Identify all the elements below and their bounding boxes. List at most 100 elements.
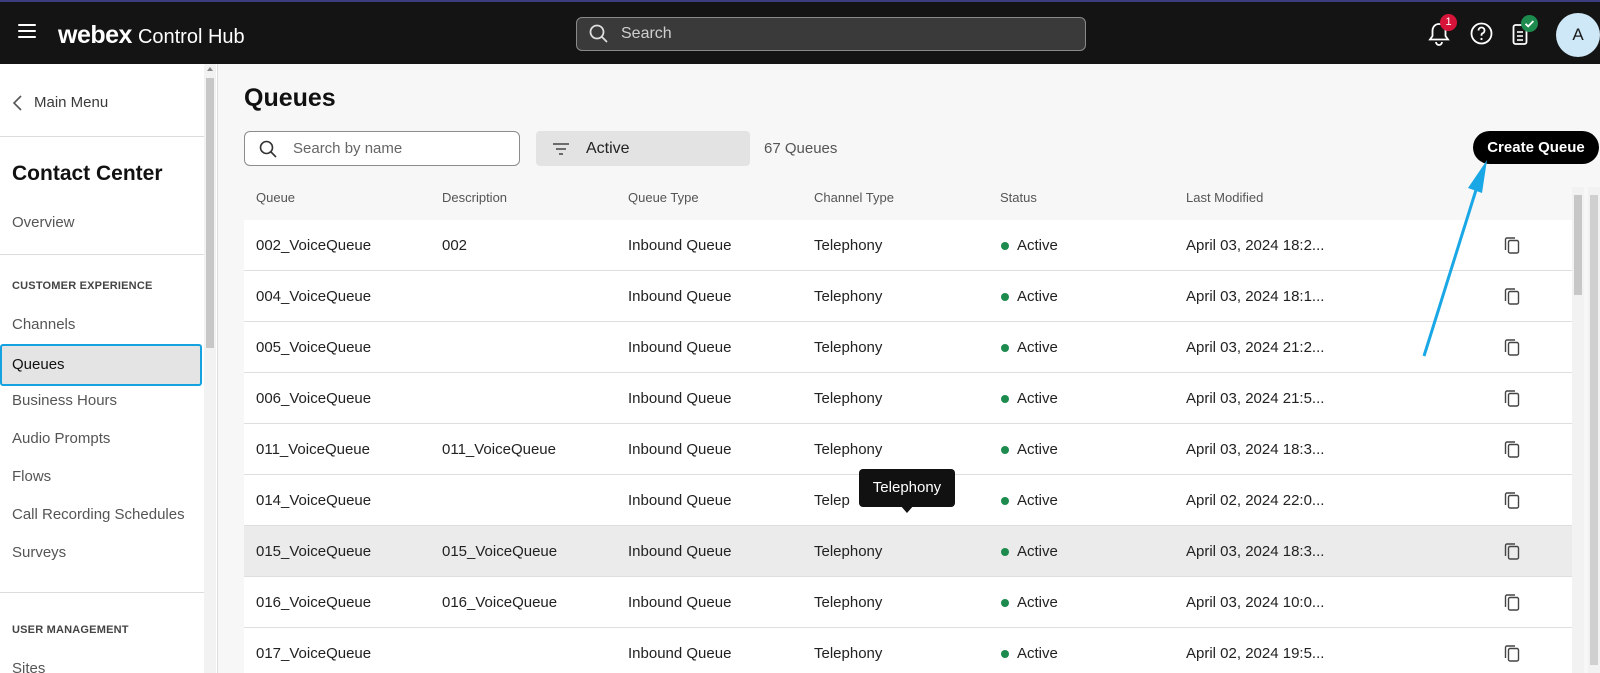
chevron-left-icon — [12, 94, 22, 111]
cell-last-modified: April 03, 2024 21:2... — [1186, 339, 1325, 356]
sidebar: Main Menu Contact Center Overview CUSTOM… — [0, 64, 218, 673]
sidebar-item-call-recording-schedules[interactable]: Call Recording Schedules — [12, 506, 185, 523]
header-queue[interactable]: Queue — [256, 190, 295, 205]
header-status[interactable]: Status — [1000, 190, 1037, 205]
header-queue-type[interactable]: Queue Type — [628, 190, 699, 205]
sidebar-scrollbar[interactable] — [204, 64, 216, 673]
status-dot-icon — [1001, 344, 1009, 352]
cell-queue: 016_VoiceQueue — [256, 594, 372, 611]
sidebar-item-channels[interactable]: Channels — [12, 316, 75, 333]
sidebar-item-sites[interactable]: Sites — [12, 660, 45, 673]
cell-queue: 015_VoiceQueue — [256, 543, 372, 560]
sidebar-title: Contact Center — [12, 162, 163, 185]
cell-description: 016_VoiceQueue — [442, 594, 558, 611]
copy-icon[interactable] — [1504, 593, 1520, 611]
queue-search[interactable] — [244, 131, 520, 166]
sidebar-item-business-hours[interactable]: Business Hours — [12, 392, 117, 409]
cell-queue-type: Inbound Queue — [628, 645, 732, 662]
cell-status: Active — [1017, 339, 1058, 356]
brand-main: webex — [58, 21, 132, 49]
table-row[interactable]: 016_VoiceQueue 016_VoiceQueue Inbound Queu… — [244, 577, 1572, 628]
copy-icon[interactable] — [1504, 389, 1520, 407]
check-icon — [1524, 20, 1535, 28]
table-scrollbar[interactable] — [1572, 187, 1584, 673]
cell-last-modified: April 03, 2024 18:1... — [1186, 288, 1325, 305]
cell-status: Active — [1017, 492, 1058, 509]
table-row[interactable]: 004_VoiceQueue Inbound Queue Telephony Acti… — [244, 271, 1572, 322]
cell-channel-type: Telephony — [814, 237, 883, 254]
page-scroll-thumb[interactable] — [1590, 195, 1598, 665]
cell-queue-type: Inbound Queue — [628, 441, 732, 458]
copy-icon[interactable] — [1504, 236, 1520, 254]
status-filter[interactable]: Active — [536, 131, 750, 166]
queues-table: Queue Description Queue Type Channel Typ… — [244, 180, 1572, 673]
cell-queue: 017_VoiceQueue — [256, 645, 372, 662]
sidebar-item-audio-prompts[interactable]: Audio Prompts — [12, 430, 110, 447]
cell-queue: 006_VoiceQueue — [256, 390, 372, 407]
filter-icon — [553, 142, 569, 155]
filter-value: Active — [586, 139, 630, 157]
cell-queue: 014_VoiceQueue — [256, 492, 372, 509]
search-icon — [259, 140, 277, 158]
sidebar-item-queues[interactable]: Queues — [0, 344, 202, 386]
header-description[interactable]: Description — [442, 190, 507, 205]
copy-icon[interactable] — [1504, 491, 1520, 509]
copy-icon[interactable] — [1504, 338, 1520, 356]
copy-icon[interactable] — [1504, 440, 1520, 458]
sidebar-scroll-thumb[interactable] — [206, 78, 214, 348]
sidebar-item-surveys[interactable]: Surveys — [12, 544, 66, 561]
queue-search-input[interactable] — [293, 140, 503, 157]
cell-channel-type: Telephony — [814, 645, 883, 662]
status-dot-icon — [1001, 293, 1009, 301]
sidebar-item-label: Queues — [12, 356, 65, 373]
table-row[interactable]: 011_VoiceQueue 011_VoiceQueue Inbound Queu… — [244, 424, 1572, 475]
cell-queue-type: Inbound Queue — [628, 288, 732, 305]
header-last-modified[interactable]: Last Modified — [1186, 190, 1263, 205]
table-row[interactable]: 006_VoiceQueue Inbound Queue Telephony Acti… — [244, 373, 1572, 424]
section-user-management: USER MANAGEMENT — [12, 624, 129, 636]
divider — [0, 136, 204, 137]
cell-status: Active — [1017, 237, 1058, 254]
global-search-input[interactable] — [621, 25, 1061, 43]
page-title: Queues — [244, 84, 336, 112]
status-dot-icon — [1001, 650, 1009, 658]
cell-channel-type: Telephony — [814, 288, 883, 305]
hamburger-menu-icon[interactable] — [18, 24, 36, 40]
copy-icon[interactable] — [1504, 287, 1520, 305]
cell-description: 011_VoiceQueue — [442, 441, 556, 458]
create-queue-button[interactable]: Create Queue — [1473, 131, 1599, 164]
main-menu-link[interactable]: Main Menu — [12, 94, 108, 111]
cell-last-modified: April 03, 2024 18:3... — [1186, 441, 1325, 458]
sidebar-item-flows[interactable]: Flows — [12, 468, 51, 485]
table-scroll-thumb[interactable] — [1574, 195, 1582, 295]
copy-icon[interactable] — [1504, 644, 1520, 662]
table-row[interactable]: 002_VoiceQueue 002 Inbound Queue Telephony A… — [244, 220, 1572, 271]
cell-queue: 002_VoiceQueue — [256, 237, 372, 254]
sidebar-item-overview[interactable]: Overview — [12, 214, 75, 231]
help-icon[interactable] — [1470, 22, 1493, 45]
header-channel-type[interactable]: Channel Type — [814, 190, 894, 205]
global-search[interactable] — [576, 17, 1086, 51]
table-row[interactable]: 015_VoiceQueue 015_VoiceQueue Inbound Queu… — [244, 526, 1572, 577]
cell-status: Active — [1017, 645, 1058, 662]
cell-channel-type: Telephony — [814, 543, 883, 560]
divider — [0, 254, 204, 255]
cell-channel-type: Telephony — [814, 339, 883, 356]
cell-channel-type: Telephony — [814, 390, 883, 407]
cell-last-modified: April 02, 2024 19:5... — [1186, 645, 1325, 662]
table-row[interactable]: 005_VoiceQueue Inbound Queue Telephony Acti… — [244, 322, 1572, 373]
channel-tooltip: Telephony — [859, 469, 955, 513]
status-dot-icon — [1001, 497, 1009, 505]
status-dot-icon — [1001, 242, 1009, 250]
cell-description: 002 — [442, 237, 468, 254]
avatar[interactable]: A — [1556, 13, 1600, 57]
cell-channel-type: Telep — [814, 492, 850, 509]
page-scrollbar[interactable] — [1588, 187, 1600, 673]
copy-icon[interactable] — [1504, 542, 1520, 560]
notification-badge: 1 — [1440, 14, 1457, 31]
scroll-up-arrow-icon[interactable] — [207, 67, 213, 71]
table-row[interactable]: 017_VoiceQueue Inbound Queue Telephony Acti… — [244, 628, 1572, 673]
section-customer-experience: CUSTOMER EXPERIENCE — [12, 280, 153, 292]
table-header: Queue Description Queue Type Channel Typ… — [244, 180, 1572, 220]
cell-queue-type: Inbound Queue — [628, 543, 732, 560]
